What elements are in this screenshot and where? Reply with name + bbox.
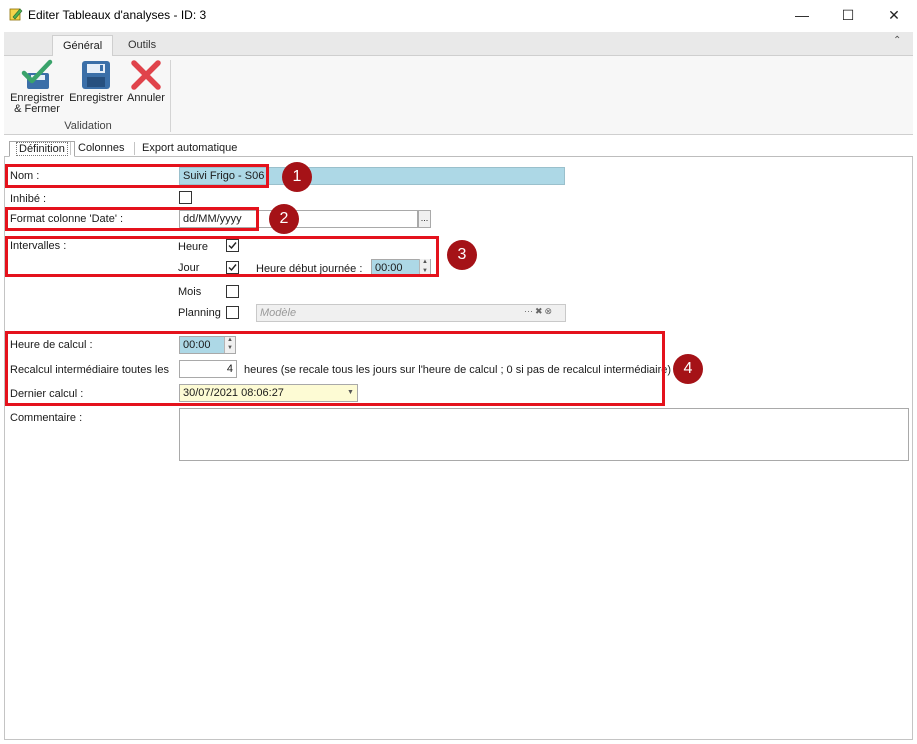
window-title: Editer Tableaux d'analyses - ID: 3	[28, 8, 207, 22]
mois-label: Mois	[178, 286, 202, 298]
ribbon-group-label: Validation	[64, 120, 112, 132]
save-close-label: Enregistrer & Fermer	[10, 92, 64, 115]
annotation-box-1	[5, 164, 269, 188]
ribbon-tab-outils[interactable]: Outils	[118, 35, 166, 57]
modele-actions: ··· ✖ ⊗	[524, 306, 564, 320]
save-floppy-icon	[82, 61, 110, 89]
annotation-badge-3: 3	[447, 240, 477, 270]
inhibe-checkbox[interactable]	[179, 191, 192, 204]
modele-input: Modèle	[256, 304, 566, 322]
cancel-button[interactable]: Annuler	[126, 59, 166, 104]
tab-export-automatique[interactable]: Export automatique	[136, 141, 243, 157]
more-icon: ···	[524, 306, 533, 316]
annotation-badge-4: 4	[673, 354, 703, 384]
tab-divider	[70, 142, 71, 155]
format-date-browse-button[interactable]: ...	[418, 210, 431, 228]
tab-colonnes[interactable]: Colonnes	[72, 141, 130, 157]
ribbon-tab-bar: Général Outils ⌃	[4, 32, 913, 57]
annotation-badge-1: 1	[282, 162, 312, 192]
close-button[interactable]: ✕	[871, 0, 917, 30]
save-and-close-button[interactable]: Enregistrer & Fermer	[8, 59, 66, 115]
annotation-box-4	[5, 331, 665, 406]
save-button[interactable]: Enregistrer	[68, 59, 124, 104]
inhibe-label: Inhibé :	[10, 193, 47, 205]
commentaire-textarea[interactable]	[179, 408, 909, 461]
commentaire-label: Commentaire :	[10, 412, 83, 424]
annotation-badge-2: 2	[269, 204, 299, 234]
ribbon-group-divider	[170, 60, 171, 132]
cancel-label: Annuler	[127, 92, 165, 104]
form-tab-bar: Définition Colonnes Export automatique	[4, 139, 913, 157]
tab-definition-label: Définition	[16, 142, 68, 156]
app-pencil-icon	[9, 8, 23, 21]
cancel-x-icon	[131, 60, 161, 90]
save-label: Enregistrer	[69, 92, 123, 104]
planning-checkbox[interactable]	[226, 306, 239, 319]
title-bar: Editer Tableaux d'analyses - ID: 3 — ☐ ✕	[0, 0, 917, 30]
save-close-check-icon	[21, 59, 53, 89]
annotation-box-2	[5, 207, 259, 231]
maximize-button[interactable]: ☐	[825, 0, 871, 30]
tab-definition[interactable]: Définition	[9, 141, 75, 157]
ribbon-collapse-icon[interactable]: ⌃	[893, 35, 901, 46]
annotation-box-3	[5, 236, 439, 277]
mois-checkbox[interactable]	[226, 285, 239, 298]
minimize-button[interactable]: —	[779, 0, 825, 30]
clear-x-icon: ✖	[535, 306, 543, 316]
tab-divider	[134, 142, 135, 155]
ribbon-tab-general[interactable]: Général	[52, 35, 114, 57]
planning-label: Planning	[178, 307, 221, 319]
reset-icon: ⊗	[544, 306, 553, 316]
ribbon-panel: Enregistrer & Fermer Enregistrer Annuler…	[4, 56, 913, 135]
